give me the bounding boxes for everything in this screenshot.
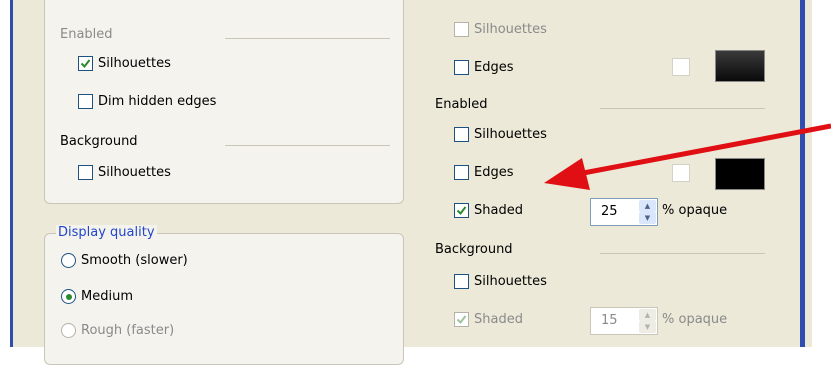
arrow-shaft	[577, 123, 831, 177]
red-arrow-annotation	[544, 123, 831, 190]
arrow-head-icon	[544, 158, 590, 190]
